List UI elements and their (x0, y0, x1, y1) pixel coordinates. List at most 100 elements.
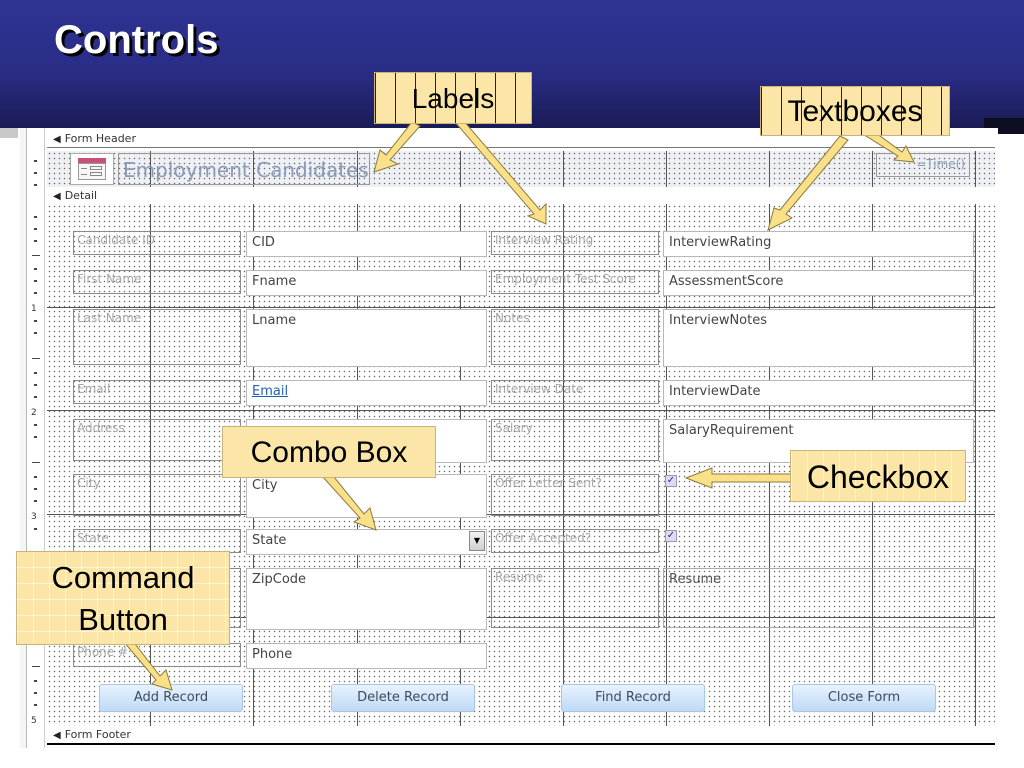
label-city[interactable]: City (73, 474, 241, 516)
ruler-tick (34, 704, 37, 706)
grid-line (975, 151, 976, 187)
close-form-button[interactable]: Close Form (792, 684, 936, 712)
icon-part (81, 174, 87, 175)
ruler-tick (34, 228, 37, 230)
label-state[interactable]: State (73, 529, 241, 553)
ruler-tick (34, 680, 37, 682)
textbox-phone[interactable]: Phone (246, 643, 487, 669)
grid-line (563, 151, 564, 187)
ruler-tick (34, 292, 37, 294)
ruler-tick (34, 320, 37, 322)
callout-line: Command (51, 560, 195, 595)
grid-line (975, 204, 976, 726)
ruler-number: 5 (31, 716, 37, 726)
icon-part (90, 172, 102, 176)
section-label: Detail (64, 189, 98, 202)
grid-line (47, 307, 995, 308)
callout-labels: Labels (374, 72, 532, 124)
vertical-ruler: 1 2 3 5 (28, 128, 45, 748)
label-offer-accepted[interactable]: Offer Accepted? (491, 529, 659, 553)
label-last-name[interactable]: Last Name (73, 309, 241, 365)
section-label: Form Header (64, 132, 136, 145)
textbox-city[interactable]: City (246, 474, 487, 518)
ruler-half-mark (32, 255, 40, 256)
ruler-tick (34, 240, 37, 242)
callout-combo-box: Combo Box (222, 426, 436, 478)
ruler-tick (34, 384, 37, 386)
icon-part (90, 166, 102, 170)
label-address[interactable]: Address (73, 419, 241, 461)
textbox-fname[interactable]: Fname (246, 270, 487, 296)
ruler-tick (34, 436, 37, 438)
time-textbox[interactable]: =Time() (876, 153, 970, 177)
textbox-assessment-score[interactable]: AssessmentScore (663, 270, 974, 296)
checkbox-offer-letter-sent[interactable]: ✓ (665, 475, 677, 487)
callout-command-button: Command Button (16, 551, 230, 645)
grid-line (666, 151, 667, 187)
label-interview-rating[interactable]: Interview Rating (491, 231, 659, 255)
section-arrow-icon: ◀ (53, 730, 61, 741)
designer-edge (20, 128, 27, 748)
label-resume[interactable]: Resume (491, 568, 659, 628)
ruler-tick (34, 476, 37, 478)
label-employment-test-score[interactable]: Employment Test Score (491, 270, 659, 294)
textbox-interview-notes[interactable]: InterviewNotes (663, 309, 974, 367)
label-salary[interactable]: Salary (491, 419, 659, 461)
slide-title: Controls (54, 18, 219, 62)
ruler-tick (34, 160, 37, 162)
label-interview-date[interactable]: Interview Date (491, 380, 659, 404)
section-label: Form Footer (64, 728, 131, 741)
ruler-tick (34, 268, 37, 270)
ruler-tick (34, 424, 37, 426)
section-arrow-icon: ◀ (53, 134, 61, 145)
callout-checkbox: Checkbox (790, 450, 966, 502)
grid-line (769, 151, 770, 187)
ruler-half-mark (32, 358, 40, 359)
ruler-tick (34, 172, 37, 174)
callout-textboxes: Textboxes (760, 86, 950, 136)
icon-part (81, 168, 87, 169)
ruler-tick (34, 332, 37, 334)
ruler-tick (34, 528, 37, 530)
left-strip (0, 128, 18, 138)
ruler-number: 3 (31, 512, 37, 522)
label-notes[interactable]: Notes (491, 309, 659, 365)
add-record-button[interactable]: Add Record (99, 684, 243, 712)
grid-line (872, 151, 873, 187)
ruler-tick (34, 216, 37, 218)
ruler-tick (34, 500, 37, 502)
checkbox-offer-accepted[interactable]: ✓ (665, 530, 677, 542)
form-title-label[interactable]: Employment Candidates (118, 153, 370, 185)
section-form-footer[interactable]: ◀ Form Footer (47, 727, 995, 745)
ruler-half-mark (32, 666, 40, 667)
delete-record-button[interactable]: Delete Record (331, 684, 475, 712)
find-record-button[interactable]: Find Record (561, 684, 705, 712)
textbox-lname[interactable]: Lname (246, 309, 487, 367)
ruler-tick (34, 184, 37, 186)
ruler-number: 2 (31, 408, 37, 418)
textbox-email[interactable]: Email (246, 380, 487, 406)
label-phone[interactable]: Phone # (73, 643, 241, 667)
textbox-zipcode[interactable]: ZipCode (246, 568, 487, 630)
form-icon[interactable] (70, 153, 114, 185)
combobox-value: State (252, 533, 287, 548)
section-arrow-icon: ◀ (53, 191, 61, 202)
textbox-interview-date[interactable]: InterviewDate (663, 380, 974, 406)
ruler-tick (34, 692, 37, 694)
label-offer-letter-sent[interactable]: Offer Letter Sent? (491, 474, 659, 516)
ruler-tick (34, 396, 37, 398)
ruler-number: 1 (31, 304, 37, 314)
textbox-cid[interactable]: CID (246, 231, 487, 257)
callout-line: Button (78, 602, 168, 637)
grid-line (47, 410, 995, 411)
dropdown-arrow-icon[interactable]: ▼ (469, 531, 485, 551)
label-email[interactable]: Email (73, 380, 241, 404)
attachment-resume[interactable]: Resume (663, 568, 974, 628)
section-detail[interactable]: ◀ Detail (47, 188, 995, 205)
ruler-tick (34, 372, 37, 374)
ruler-tick (34, 280, 37, 282)
label-first-name[interactable]: First Name (73, 270, 241, 294)
combobox-state[interactable]: State ▼ (246, 529, 487, 555)
label-candidate-id[interactable]: Candidate ID (73, 231, 241, 255)
textbox-interview-rating[interactable]: InterviewRating (663, 231, 974, 257)
